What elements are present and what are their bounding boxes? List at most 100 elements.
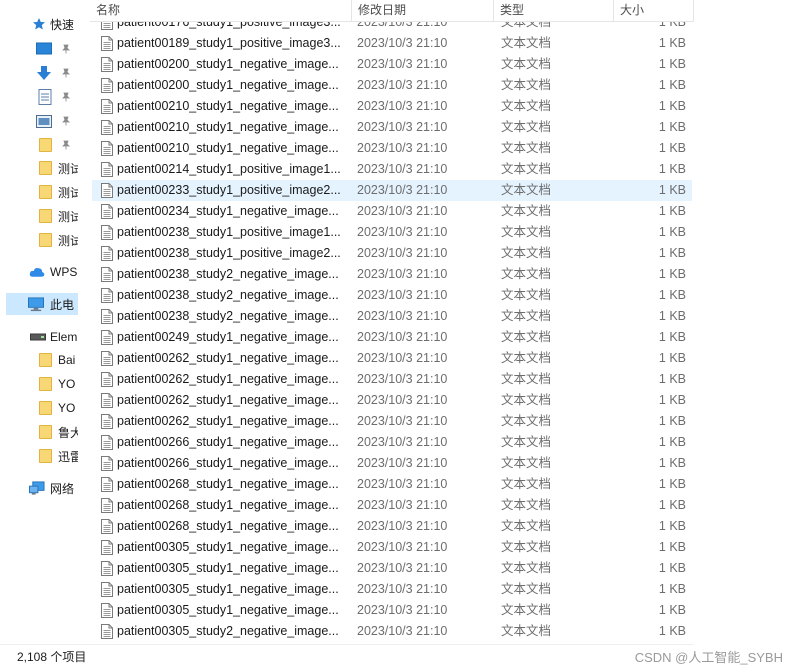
- nav-folder[interactable]: [0, 134, 78, 156]
- pin-icon: [61, 68, 71, 78]
- nav-folder-test-1[interactable]: 测试: [0, 157, 78, 179]
- file-name: patient00233_study1_positive_image2...: [117, 183, 341, 197]
- nav-folder-test-3[interactable]: 测试: [0, 205, 78, 227]
- nav-network[interactable]: 网络: [0, 477, 78, 499]
- document-icon: [37, 89, 53, 105]
- nav-label-quick-access: 快速: [50, 17, 75, 32]
- file-row[interactable]: patient00210_study1_negative_image... 202…: [92, 96, 692, 117]
- file-type: 文本文档: [501, 309, 552, 323]
- nav-folder-test-4[interactable]: 测试: [0, 229, 78, 251]
- nav-folder-lu[interactable]: 鲁大: [0, 421, 78, 443]
- file-name: patient00249_study1_negative_image...: [117, 330, 339, 344]
- file-type: 文本文档: [501, 162, 552, 176]
- file-date: 2023/10/3 21:10: [357, 36, 448, 50]
- nav-downloads[interactable]: [0, 62, 78, 84]
- text-file-icon: [101, 162, 113, 177]
- file-row[interactable]: patient00210_study1_negative_image... 202…: [92, 117, 692, 138]
- file-row[interactable]: patient00249_study1_negative_image... 202…: [92, 327, 692, 348]
- file-date: 2023/10/3 21:10: [357, 414, 448, 428]
- file-name: patient00210_study1_negative_image...: [117, 120, 339, 134]
- file-date: 2023/10/3 21:10: [357, 57, 448, 71]
- file-row[interactable]: patient00238_study2_negative_image... 202…: [92, 264, 692, 285]
- file-row[interactable]: patient00210_study1_negative_image... 202…: [92, 138, 692, 159]
- file-size: 1 KB: [658, 204, 686, 218]
- file-date: 2023/10/3 21:10: [357, 540, 448, 554]
- file-row[interactable]: patient00266_study1_negative_image... 202…: [92, 453, 692, 474]
- nav-wps[interactable]: WPS: [0, 261, 78, 283]
- nav-label-test-3: 测试: [58, 209, 78, 224]
- file-row[interactable]: patient00189_study1_positive_image3... 20…: [92, 33, 692, 54]
- folder-icon: [37, 400, 53, 416]
- file-size: 1 KB: [658, 414, 686, 428]
- file-name: patient00210_study1_negative_image...: [117, 99, 339, 113]
- nav-desktop[interactable]: [0, 38, 78, 60]
- file-row[interactable]: patient00268_study1_negative_image... 202…: [92, 474, 692, 495]
- nav-quick-access[interactable]: 快速: [0, 13, 78, 35]
- nav-drive[interactable]: Elem: [0, 326, 78, 348]
- folder-icon: [37, 424, 53, 440]
- file-name: patient00262_study1_negative_image...: [117, 351, 339, 365]
- file-row[interactable]: patient00238_study1_positive_image2... 20…: [92, 243, 692, 264]
- nav-folder-bai[interactable]: Bai: [0, 349, 78, 371]
- file-name: patient00266_study1_negative_image...: [117, 456, 339, 470]
- file-list: patient00176_study1_positive_image3... 20…: [90, 12, 694, 643]
- text-file-icon: [101, 99, 113, 114]
- nav-folder-xun[interactable]: 迅雷: [0, 445, 78, 467]
- file-row[interactable]: patient00214_study1_positive_image1... 20…: [92, 159, 692, 180]
- text-file-icon: [101, 246, 113, 261]
- nav-pictures[interactable]: [0, 110, 78, 132]
- column-header-date[interactable]: 修改日期: [352, 0, 406, 22]
- text-file-icon: [101, 36, 113, 51]
- file-row[interactable]: patient00305_study2_negative_image... 202…: [92, 621, 692, 642]
- nav-documents[interactable]: [0, 86, 78, 108]
- file-name: patient00238_study2_negative_image...: [117, 267, 339, 281]
- file-row[interactable]: patient00305_study1_negative_image... 202…: [92, 537, 692, 558]
- column-separator[interactable]: [693, 0, 694, 22]
- file-row[interactable]: patient00262_study1_negative_image... 202…: [92, 348, 692, 369]
- nav-label-test-1: 测试: [58, 161, 78, 176]
- folder-icon: [37, 208, 53, 224]
- nav-folder-yo-1[interactable]: YO: [0, 373, 78, 395]
- file-size: 1 KB: [658, 330, 686, 344]
- column-header-name[interactable]: 名称: [90, 0, 120, 22]
- watermark: CSDN @人工智能_SYBH: [634, 650, 783, 665]
- text-file-icon: [101, 603, 113, 618]
- nav-folder-test-2[interactable]: 测试: [0, 181, 78, 203]
- nav-folder-yo-2[interactable]: YO: [0, 397, 78, 419]
- star-icon: [31, 16, 47, 32]
- file-row[interactable]: patient00200_study1_negative_image... 202…: [92, 54, 692, 75]
- file-name: patient00238_study2_negative_image...: [117, 288, 339, 302]
- text-file-icon: [101, 141, 113, 156]
- file-name: patient00200_study1_negative_image...: [117, 57, 339, 71]
- file-row[interactable]: patient00305_study1_negative_image... 202…: [92, 558, 692, 579]
- file-size: 1 KB: [658, 435, 686, 449]
- file-row[interactable]: patient00268_study1_negative_image... 202…: [92, 516, 692, 537]
- file-row[interactable]: patient00305_study1_negative_image... 202…: [92, 579, 692, 600]
- file-row[interactable]: patient00262_study1_negative_image... 202…: [92, 411, 692, 432]
- text-file-icon: [101, 435, 113, 450]
- file-size: 1 KB: [658, 141, 686, 155]
- file-size: 1 KB: [658, 624, 686, 638]
- nav-this-pc[interactable]: 此电: [6, 293, 78, 315]
- file-row[interactable]: patient00238_study2_negative_image... 202…: [92, 285, 692, 306]
- file-row[interactable]: patient00238_study1_positive_image1... 20…: [92, 222, 692, 243]
- file-row[interactable]: patient00305_study1_negative_image... 202…: [92, 600, 692, 621]
- file-row[interactable]: patient00268_study1_negative_image... 202…: [92, 495, 692, 516]
- file-date: 2023/10/3 21:10: [357, 120, 448, 134]
- file-row[interactable]: patient00266_study1_negative_image... 202…: [92, 432, 692, 453]
- file-row[interactable]: patient00200_study1_negative_image... 202…: [92, 75, 692, 96]
- nav-label-network: 网络: [50, 481, 75, 496]
- column-header-type[interactable]: 类型: [494, 0, 524, 22]
- file-row[interactable]: patient00262_study1_negative_image... 202…: [92, 369, 692, 390]
- column-header-size[interactable]: 大小: [614, 0, 644, 22]
- file-size: 1 KB: [658, 372, 686, 386]
- nav-label-yo-2: YO: [58, 401, 76, 415]
- file-row[interactable]: patient00234_study1_negative_image... 202…: [92, 201, 692, 222]
- file-type: 文本文档: [501, 246, 552, 260]
- file-row[interactable]: patient00233_study1_positive_image2... 20…: [92, 180, 692, 201]
- file-date: 2023/10/3 21:10: [357, 99, 448, 113]
- file-type: 文本文档: [501, 477, 552, 491]
- file-row[interactable]: patient00238_study2_negative_image... 202…: [92, 306, 692, 327]
- file-row[interactable]: patient00262_study1_negative_image... 202…: [92, 390, 692, 411]
- nav-label-this-pc: 此电: [50, 297, 75, 312]
